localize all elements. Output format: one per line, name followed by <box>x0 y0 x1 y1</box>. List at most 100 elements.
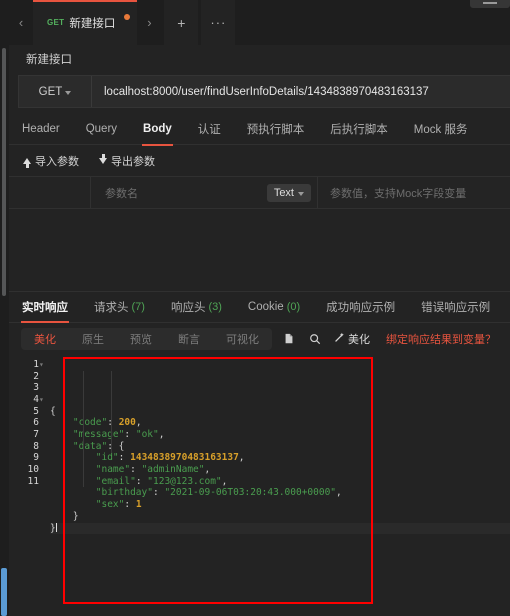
response-body-viewer[interactable]: 1234567891011 ▾ ▾ { "code": 200, "messag… <box>9 354 510 616</box>
resp-tab-realtime[interactable]: 实时响应 <box>9 291 81 324</box>
resp-tab-response-headers[interactable]: 响应头 (3) <box>158 291 235 322</box>
resp-tab-cookie-label: Cookie <box>247 300 284 313</box>
resp-tab-cookie[interactable]: Cookie (0) <box>235 291 313 322</box>
resp-tab-success-example[interactable]: 成功响应示例 <box>313 291 408 322</box>
resp-tab-error-example-label: 错误响应示例 <box>421 301 491 314</box>
beautify-button[interactable]: 美化 <box>334 331 370 347</box>
resp-tab-success-example-label: 成功响应示例 <box>326 301 396 314</box>
code-line-number: 9 <box>33 452 39 464</box>
param-row-gutter <box>9 177 91 208</box>
tab-mock-service-label: Mock 服务 <box>413 123 468 136</box>
resp-tab-request-headers[interactable]: 请求头 (7) <box>81 291 158 322</box>
code-line-number: 1 <box>33 358 39 370</box>
code-line: "birthday": "2021-09-06T03:20:43.000+000… <box>95 487 342 499</box>
seg-visualize-label: 可视化 <box>226 333 259 346</box>
code-line-number: 7 <box>33 429 39 441</box>
search-icon[interactable] <box>306 330 324 348</box>
tab-pre-script-label: 预执行脚本 <box>246 123 305 136</box>
request-tabs: Header Query Body 认证 预执行脚本 后执行脚本 Mock 服务 <box>9 113 510 146</box>
code-line: } <box>50 522 510 535</box>
tab-body[interactable]: Body <box>130 113 185 146</box>
seg-preview-label: 预览 <box>130 333 152 346</box>
code-line-number: 6 <box>33 417 39 429</box>
tab-new-interface[interactable]: GET 新建接口 <box>33 0 138 45</box>
export-params-button[interactable]: 导出参数 <box>99 153 155 169</box>
tab-mock-service[interactable]: Mock 服务 <box>401 113 481 145</box>
resp-tab-cookie-count: (0) <box>286 300 301 313</box>
tab-title-label: 新建接口 <box>69 17 116 30</box>
bind-response-to-variable-link[interactable]: 绑定响应结果到变量？ <box>386 331 496 347</box>
import-params-label: 导入参数 <box>35 155 79 168</box>
param-actions-row: 导入参数 导出参数 <box>9 145 510 177</box>
seg-assert[interactable]: 断言 <box>165 328 213 350</box>
tab-auth[interactable]: 认证 <box>185 113 234 145</box>
response-tabs: 实时响应 请求头 (7) 响应头 (3) Cookie (0) 成功响应示例 错… <box>9 290 510 324</box>
response-view-segmented-control: 美化 原生 预览 断言 可视化 <box>21 327 272 350</box>
code-line-number: 10 <box>27 464 39 476</box>
import-params-button[interactable]: 导入参数 <box>23 153 79 169</box>
tab-scroll-right-button[interactable]: › <box>137 0 162 45</box>
code-line: "id": 1434838970483163137, <box>95 452 245 464</box>
api-client-window: ‹ GET 新建接口 › + ··· 新建接口 GET localhost:80… <box>0 0 510 616</box>
code-line: { <box>50 405 56 417</box>
tab-scroll-left-button[interactable]: ‹ <box>9 0 33 45</box>
code-line-number: 3 <box>33 382 39 394</box>
seg-beautify[interactable]: 美化 <box>21 328 69 350</box>
tab-more-button[interactable]: ··· <box>201 0 236 45</box>
code-line-number: 8 <box>33 440 39 452</box>
json-response-code[interactable]: { "code": 200, "message": "ok", "data": … <box>50 355 510 616</box>
seg-assert-label: 断言 <box>178 333 200 346</box>
param-type-label: Text <box>273 186 294 199</box>
chevron-down-icon <box>298 191 304 196</box>
param-type-select[interactable]: Text <box>266 183 311 202</box>
url-input[interactable]: localhost:8000/user/findUserInfoDetails/… <box>92 76 510 107</box>
seg-beautify-label: 美化 <box>34 333 56 346</box>
tab-header[interactable]: Header <box>9 113 73 145</box>
resp-tab-realtime-label: 实时响应 <box>22 301 68 314</box>
code-line-number: 4 <box>33 393 39 405</box>
sidebar-scrollbar-thumb[interactable] <box>2 48 6 296</box>
param-name-cell[interactable]: 参数名 Text <box>91 177 318 208</box>
magic-wand-icon <box>334 332 345 346</box>
param-value-placeholder: 参数值，支持Mock字段变量 <box>330 187 467 200</box>
left-rail <box>0 0 9 616</box>
param-name-placeholder: 参数名 <box>105 187 138 200</box>
http-method-label: GET <box>38 85 63 98</box>
request-url-bar: GET localhost:8000/user/findUserInfoDeta… <box>18 75 510 108</box>
tab-post-script-label: 后执行脚本 <box>330 123 388 136</box>
tab-unsaved-dot-icon <box>124 14 131 20</box>
tab-header-label: Header <box>22 122 60 135</box>
new-tab-button[interactable]: + <box>164 0 199 45</box>
tab-query-label: Query <box>85 122 118 135</box>
code-line-number: 11 <box>27 475 39 487</box>
code-line-numbers: 1 2 3 4 5 6 7 8 9 10 11 <box>9 355 39 616</box>
tab-method-label: GET <box>47 18 65 27</box>
request-body-empty-area <box>9 209 510 291</box>
arrow-down-icon <box>99 153 107 164</box>
code-line-number: 2 <box>33 370 39 382</box>
code-line: "message": "ok", <box>72 429 165 440</box>
window-menu-icon[interactable] <box>470 0 510 8</box>
seg-preview[interactable]: 预览 <box>117 328 165 350</box>
seg-visualize[interactable]: 可视化 <box>213 328 272 350</box>
tab-strip: ‹ GET 新建接口 › + ··· <box>0 0 510 45</box>
page-scrollbar-thumb[interactable] <box>1 568 7 616</box>
code-line: "code": 200, <box>72 417 142 429</box>
code-fold-column[interactable]: ▾ ▾ <box>39 355 50 616</box>
code-line: "name": "adminName", <box>95 464 211 476</box>
beautify-label: 美化 <box>348 333 370 346</box>
resp-tab-response-headers-count: (3) <box>208 300 222 313</box>
seg-raw[interactable]: 原生 <box>69 328 117 350</box>
breadcrumb: 新建接口 <box>0 45 510 72</box>
code-line: "email": "123@123.com", <box>95 475 228 487</box>
copy-icon[interactable] <box>280 330 298 348</box>
http-method-select[interactable]: GET <box>19 76 92 107</box>
tab-post-script[interactable]: 后执行脚本 <box>317 113 401 145</box>
code-line-number: 5 <box>33 405 39 417</box>
seg-raw-label: 原生 <box>82 333 104 346</box>
tab-pre-script[interactable]: 预执行脚本 <box>234 113 318 145</box>
resp-tab-response-headers-label: 响应头 <box>170 301 206 314</box>
param-value-cell[interactable]: 参数值，支持Mock字段变量 <box>318 177 510 208</box>
tab-query[interactable]: Query <box>73 113 130 145</box>
resp-tab-error-example[interactable]: 错误响应示例 <box>408 291 503 322</box>
